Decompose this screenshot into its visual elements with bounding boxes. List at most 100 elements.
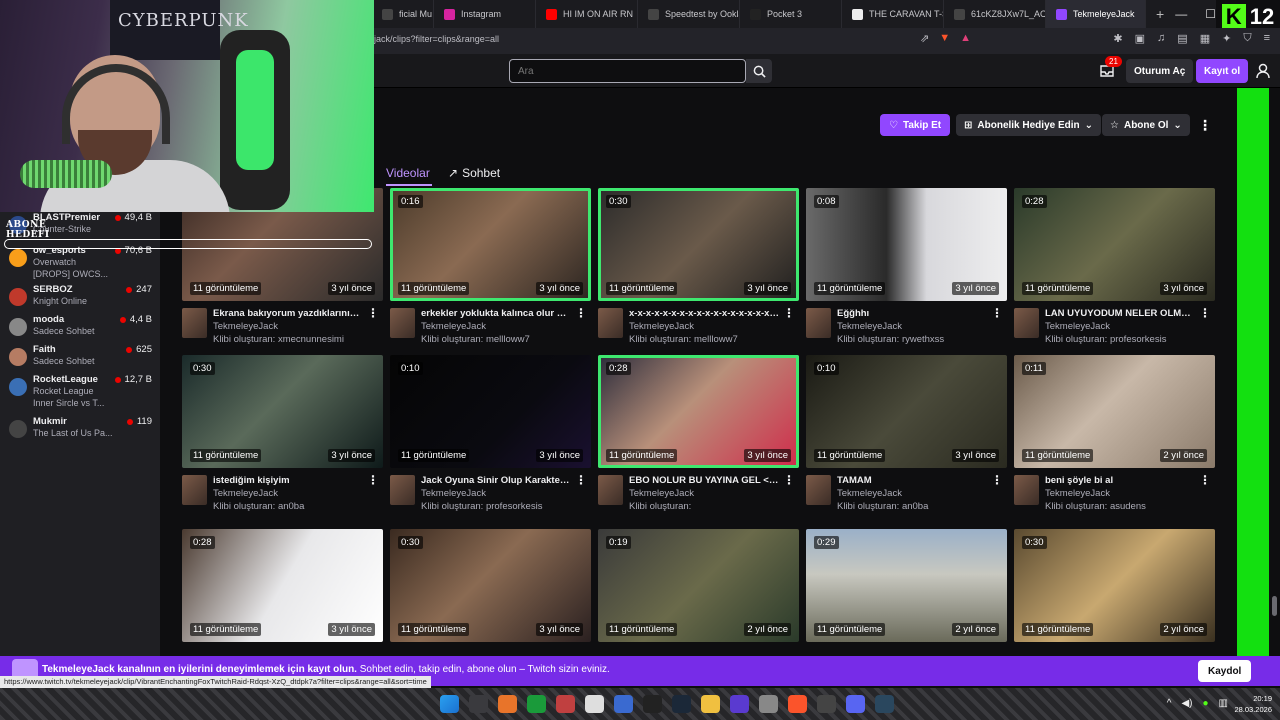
clip-card[interactable]: 0:30 11 görüntüleme 3 yıl önce xyxy=(390,529,591,656)
clip-thumbnail[interactable]: 0:28 11 görüntüleme 3 yıl önce xyxy=(1014,188,1215,301)
sidebar-channel-item[interactable]: Faith Sadece Sohbet 625 xyxy=(0,344,160,374)
clip-title[interactable]: Eğğhhı xyxy=(837,308,987,319)
clip-title[interactable]: beni şöyle bi al xyxy=(1045,475,1195,486)
browser-tab[interactable]: THE CARAVAN T-SH xyxy=(842,0,944,28)
maximize-icon[interactable]: ☐ xyxy=(1205,7,1216,21)
avatar[interactable] xyxy=(1014,475,1039,505)
steam-icon[interactable] xyxy=(672,695,691,713)
extensions-icon[interactable]: ✱ xyxy=(1113,32,1122,45)
network-icon[interactable]: ▥ xyxy=(1219,698,1228,709)
clip-card[interactable]: 0:29 11 görüntüleme 2 yıl önce xyxy=(806,529,1007,656)
clip-channel[interactable]: TekmeleyeJack xyxy=(213,321,278,332)
share-icon[interactable]: ⇗ xyxy=(920,32,929,45)
tab-chat[interactable]: ↗ Sohbet xyxy=(448,166,500,180)
clip-thumbnail[interactable]: 0:10 11 görüntüleme 3 yıl önce xyxy=(390,355,591,468)
clip-thumbnail[interactable]: 0:08 11 görüntüleme 3 yıl önce xyxy=(806,188,1007,301)
app-icon[interactable] xyxy=(730,695,749,713)
scrollbar[interactable] xyxy=(1270,88,1280,656)
chevron-up-icon[interactable]: ^ xyxy=(1167,698,1172,709)
clip-thumbnail[interactable]: 0:10 11 görüntüleme 3 yıl önce xyxy=(806,355,1007,468)
minimize-icon[interactable]: — xyxy=(1175,7,1187,21)
scrollbar-thumb[interactable] xyxy=(1272,596,1277,616)
more-options-icon[interactable]: ⋮ xyxy=(367,473,379,487)
clip-channel[interactable]: TekmeleyeJack xyxy=(629,321,694,332)
browser-tab[interactable]: TekmeleyeJack× xyxy=(1046,0,1146,28)
app-icon[interactable] xyxy=(556,695,575,713)
clip-card[interactable]: 0:28 11 görüntüleme 3 yıl önce xyxy=(182,529,383,656)
more-options-icon[interactable]: ⋮ xyxy=(575,306,587,320)
clip-card[interactable]: 0:19 11 görüntüleme 2 yıl önce xyxy=(598,529,799,656)
sidebar-channel-item[interactable]: ow_esports Overwatch [DROPS] OWCS... 70,6 B xyxy=(0,245,160,279)
ai-icon[interactable]: ✦ xyxy=(1222,32,1231,45)
clip-card[interactable]: 11 görüntüleme 3 yıl önce Ekrana bakıyorum… xyxy=(182,188,383,358)
clip-thumbnail[interactable]: 0:30 11 görüntüleme 3 yıl önce xyxy=(390,529,591,642)
brave-shield-icon[interactable]: ▼ xyxy=(939,32,950,45)
wallet-icon[interactable]: ▦ xyxy=(1200,32,1210,45)
clip-title[interactable]: EBO NOLUR BU YAYINA GEL <3 ... xyxy=(629,475,779,486)
volume-icon[interactable]: ◀) xyxy=(1181,698,1192,709)
sidebar-icon[interactable]: ▤ xyxy=(1177,32,1187,45)
clip-title[interactable]: TAMAM xyxy=(837,475,987,486)
sidebar-channel-item[interactable]: RocketLeague Rocket League Inner Sircle vs… xyxy=(0,374,160,408)
more-options-icon[interactable]: ⋮ xyxy=(575,473,587,487)
windows-start-icon[interactable] xyxy=(440,695,459,713)
clip-channel[interactable]: TekmeleyeJack xyxy=(837,321,902,332)
clip-thumbnail[interactable]: 0:28 11 görüntüleme 3 yıl önce xyxy=(598,355,799,468)
clip-thumbnail[interactable]: 0:30 11 görüntüleme 2 yıl önce xyxy=(1014,529,1215,642)
clip-thumbnail[interactable]: 0:16 11 görüntüleme 3 yıl önce xyxy=(390,188,591,301)
epic-games-icon[interactable] xyxy=(643,695,662,713)
app-icon[interactable] xyxy=(817,695,836,713)
clip-title[interactable]: Ekrana bakıyorum yazdıklarınızı ... xyxy=(213,308,363,319)
xbox-icon[interactable] xyxy=(527,695,546,713)
tab-videos[interactable]: Videolar xyxy=(386,166,430,180)
clip-channel[interactable]: TekmeleyeJack xyxy=(213,488,278,499)
clip-title[interactable]: LAN UYUYODUM NELER OLMUŞ... xyxy=(1045,308,1195,319)
clip-thumbnail[interactable]: 0:30 11 görüntüleme 3 yıl önce xyxy=(182,355,383,468)
user-icon[interactable] xyxy=(1256,63,1270,79)
clip-channel[interactable]: TekmeleyeJack xyxy=(1045,321,1110,332)
signup-button[interactable]: Kayıt ol xyxy=(1196,59,1249,83)
clip-card[interactable]: 0:16 11 görüntüleme 3 yıl önce erkekler yok… xyxy=(390,188,591,358)
clip-title[interactable]: istediğim kişiyim xyxy=(213,475,363,486)
clip-channel[interactable]: TekmeleyeJack xyxy=(421,488,486,499)
clip-card[interactable]: 0:30 11 görüntüleme 3 yıl önce x-x-x-x-x-x-… xyxy=(598,188,799,358)
more-options-icon[interactable]: ⋮ xyxy=(991,473,1003,487)
avatar[interactable] xyxy=(390,475,415,505)
clip-card[interactable]: 0:30 11 görüntüleme 2 yıl önce xyxy=(1014,529,1215,656)
browser-tab[interactable]: ficial Mu xyxy=(372,0,434,28)
clip-card[interactable]: 0:08 11 görüntüleme 3 yıl önce Eğğhhı Tekmel… xyxy=(806,188,1007,358)
vpn-icon[interactable]: ⛉ xyxy=(1243,32,1251,45)
menu-icon[interactable]: ≡ xyxy=(1264,32,1270,45)
app-icon[interactable] xyxy=(759,695,778,713)
search-input[interactable] xyxy=(509,59,746,83)
rewards-icon[interactable]: ▲ xyxy=(960,32,971,45)
monitor-icon[interactable] xyxy=(614,695,633,713)
browser-tab[interactable]: 61cKZ8JXw7L_AC_U xyxy=(944,0,1046,28)
avatar[interactable] xyxy=(598,475,623,505)
mic-icon[interactable]: ● xyxy=(1203,698,1209,709)
sidebar-channel-item[interactable]: Mukmir The Last of Us Pa... 119 xyxy=(0,416,160,446)
follow-button[interactable]: ♡ Takip Et xyxy=(880,114,951,136)
clip-title[interactable]: x-x-x-x-x-x-x-x-x-x-x-x-x-x-x-x-x-x-x-x.… xyxy=(629,308,779,319)
sidebar-channel-item[interactable]: mooda Sadece Sohbet 4,4 B xyxy=(0,314,160,344)
clip-card[interactable]: 0:28 11 görüntüleme 3 yıl önce LAN UYUYODUM… xyxy=(1014,188,1215,358)
subscribe-button[interactable]: ☆ Abone Ol ⌄ xyxy=(1102,114,1190,136)
login-button[interactable]: Oturum Aç xyxy=(1126,59,1194,83)
browser-tab[interactable]: Speedtest by Ookla xyxy=(638,0,740,28)
avatar[interactable] xyxy=(806,308,831,338)
browser-tab[interactable]: HI IM ON AIR RN xyxy=(536,0,638,28)
music-icon[interactable]: ♫ xyxy=(1157,32,1165,45)
clip-card[interactable]: 0:10 11 görüntüleme 3 yıl önce TAMAM Tekmele… xyxy=(806,355,1007,525)
more-options-icon[interactable]: ⋮ xyxy=(783,306,795,320)
clip-title[interactable]: Jack Oyuna Sinir Olup Karakteri... xyxy=(421,475,571,486)
clip-card[interactable]: 0:11 11 görüntüleme 2 yıl önce beni şöyle b… xyxy=(1014,355,1215,525)
clip-channel[interactable]: TekmeleyeJack xyxy=(837,488,902,499)
clip-card[interactable]: 0:28 11 görüntüleme 3 yıl önce EBO NOLUR BU… xyxy=(598,355,799,525)
app-icon[interactable] xyxy=(498,695,517,713)
steam-icon[interactable] xyxy=(875,695,894,713)
more-options-icon[interactable]: ⋮ xyxy=(991,306,1003,320)
clock[interactable]: 20:19 28.03.2026 xyxy=(1234,693,1272,715)
discord-icon[interactable] xyxy=(846,695,865,713)
avatar[interactable] xyxy=(1014,308,1039,338)
avatar[interactable] xyxy=(182,475,207,505)
